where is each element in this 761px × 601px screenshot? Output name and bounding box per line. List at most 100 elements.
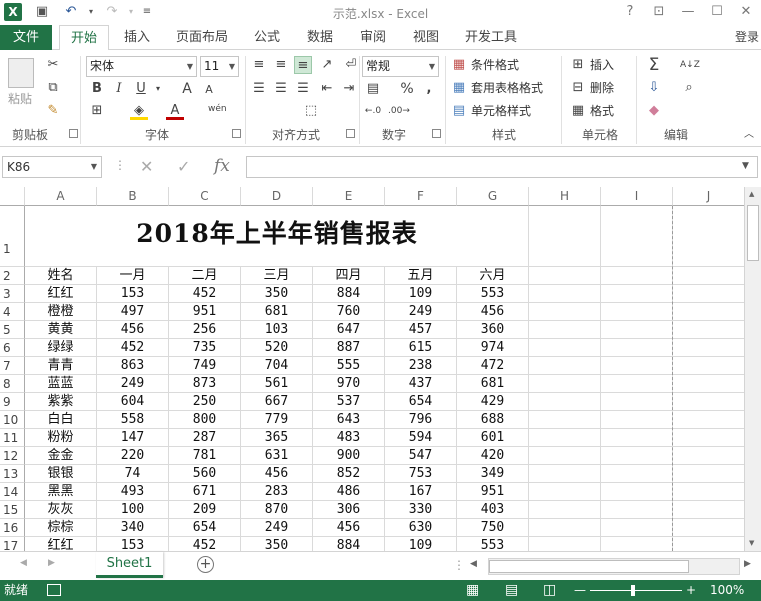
value-cell[interactable]: 153: [97, 537, 169, 551]
insert-function-button[interactable]: fx: [214, 156, 230, 176]
zoom-slider-thumb[interactable]: [631, 585, 635, 596]
format-as-table-icon[interactable]: ▦: [450, 79, 468, 97]
cell-empty[interactable]: [529, 375, 601, 393]
row-header-4[interactable]: 4: [0, 303, 25, 321]
zoom-out-icon[interactable]: —: [574, 580, 586, 601]
value-cell[interactable]: 103: [241, 321, 313, 339]
cell-empty[interactable]: [529, 465, 601, 483]
fill-icon[interactable]: ⇩: [645, 79, 663, 97]
format-as-table-button[interactable]: 套用表格格式: [471, 79, 543, 97]
row-header-17[interactable]: 17: [0, 537, 25, 551]
value-cell[interactable]: 287: [169, 429, 241, 447]
row-header-15[interactable]: 15: [0, 501, 25, 519]
alignment-launcher-icon[interactable]: [346, 129, 355, 138]
page-layout-view-icon[interactable]: ▤: [505, 580, 518, 601]
value-cell[interactable]: 667: [241, 393, 313, 411]
minimize-button[interactable]: —: [675, 2, 701, 22]
cell-empty[interactable]: [529, 447, 601, 465]
cell-empty[interactable]: [673, 321, 744, 339]
value-cell[interactable]: 601: [457, 429, 529, 447]
column-header-h[interactable]: H: [529, 187, 601, 206]
row-header-7[interactable]: 7: [0, 357, 25, 375]
close-button[interactable]: ✕: [733, 2, 759, 22]
cell-empty[interactable]: [529, 321, 601, 339]
vertical-scrollbar[interactable]: ▲ ▼: [744, 187, 761, 551]
value-cell[interactable]: 250: [169, 393, 241, 411]
cell-empty[interactable]: [673, 285, 744, 303]
row-header-10[interactable]: 10: [0, 411, 25, 429]
increase-indent-icon[interactable]: ⇥: [340, 80, 358, 98]
number-launcher-icon[interactable]: [432, 129, 441, 138]
merge-center-icon[interactable]: ⬚: [302, 102, 320, 120]
align-middle-icon[interactable]: ≡: [272, 56, 290, 74]
cell-empty[interactable]: [529, 411, 601, 429]
name-box[interactable]: K86 ▼: [2, 156, 102, 178]
bold-button[interactable]: B: [88, 80, 106, 98]
value-cell[interactable]: 887: [313, 339, 385, 357]
zoom-level[interactable]: 100%: [710, 580, 744, 601]
value-cell[interactable]: 870: [241, 501, 313, 519]
row-header-3[interactable]: 3: [0, 285, 25, 303]
zoom-slider[interactable]: [590, 590, 682, 591]
splitter-icon[interactable]: ⋮: [453, 558, 465, 572]
decrease-indent-icon[interactable]: ⇤: [318, 80, 336, 98]
sheet-title[interactable]: 2018年上半年销售报表: [25, 214, 529, 250]
value-cell[interactable]: 365: [241, 429, 313, 447]
shrink-font-button[interactable]: A: [200, 81, 218, 99]
row-header-13[interactable]: 13: [0, 465, 25, 483]
value-cell[interactable]: 779: [241, 411, 313, 429]
value-cell[interactable]: 403: [457, 501, 529, 519]
value-cell[interactable]: 604: [97, 393, 169, 411]
prev-sheet-icon[interactable]: ◀: [20, 558, 27, 568]
column-header-d[interactable]: D: [241, 187, 313, 206]
header-cell[interactable]: 姓名: [25, 267, 97, 285]
spreadsheet-grid[interactable]: ABCDEFGHIJ 1 2018年上半年销售报表 2 姓名 一月 二月 三月 四月 五月 六月 3…: [0, 187, 744, 551]
value-cell[interactable]: 561: [241, 375, 313, 393]
cell-empty[interactable]: [673, 447, 744, 465]
cell-styles-button[interactable]: 单元格样式: [471, 102, 531, 120]
cell-empty[interactable]: [601, 465, 673, 483]
tab-insert[interactable]: 插入: [113, 25, 161, 50]
value-cell[interactable]: 249: [97, 375, 169, 393]
format-cells-button[interactable]: 格式: [590, 102, 614, 120]
value-cell[interactable]: 560: [169, 465, 241, 483]
row-header-16[interactable]: 16: [0, 519, 25, 537]
value-cell[interactable]: 100: [97, 501, 169, 519]
row-header-6[interactable]: 6: [0, 339, 25, 357]
value-cell[interactable]: 249: [385, 303, 457, 321]
cell-empty[interactable]: [529, 501, 601, 519]
value-cell[interactable]: 900: [313, 447, 385, 465]
value-cell[interactable]: 153: [97, 285, 169, 303]
value-cell[interactable]: 760: [313, 303, 385, 321]
undo-icon[interactable]: ↶: [62, 3, 80, 21]
cancel-button[interactable]: ✕: [140, 157, 153, 176]
paste-icon[interactable]: [8, 58, 34, 88]
redo-icon[interactable]: ↷: [103, 3, 121, 21]
cell-empty[interactable]: [673, 501, 744, 519]
value-cell[interactable]: 873: [169, 375, 241, 393]
value-cell[interactable]: 796: [385, 411, 457, 429]
cell-empty[interactable]: [673, 483, 744, 501]
align-left-icon[interactable]: ☰: [250, 80, 268, 98]
name-cell[interactable]: 橙橙: [25, 303, 97, 321]
column-header-g[interactable]: G: [457, 187, 529, 206]
row-header-1[interactable]: 1: [0, 206, 25, 267]
autosum-button[interactable]: Σ: [645, 56, 663, 74]
insert-cells-button[interactable]: 插入: [590, 56, 614, 74]
help-button[interactable]: ?: [617, 2, 643, 22]
value-cell[interactable]: 456: [313, 519, 385, 537]
value-cell[interactable]: 330: [385, 501, 457, 519]
value-cell[interactable]: 547: [385, 447, 457, 465]
value-cell[interactable]: 781: [169, 447, 241, 465]
value-cell[interactable]: 456: [241, 465, 313, 483]
value-cell[interactable]: 349: [457, 465, 529, 483]
value-cell[interactable]: 643: [313, 411, 385, 429]
cell-empty[interactable]: [601, 537, 673, 551]
conditional-format-button[interactable]: 条件格式: [471, 56, 519, 74]
font-launcher-icon[interactable]: [232, 129, 241, 138]
format-cells-icon[interactable]: ▦: [569, 102, 587, 120]
value-cell[interactable]: 688: [457, 411, 529, 429]
column-header-f[interactable]: F: [385, 187, 457, 206]
comma-button[interactable]: ,: [420, 80, 438, 98]
cell-empty[interactable]: [529, 267, 601, 285]
